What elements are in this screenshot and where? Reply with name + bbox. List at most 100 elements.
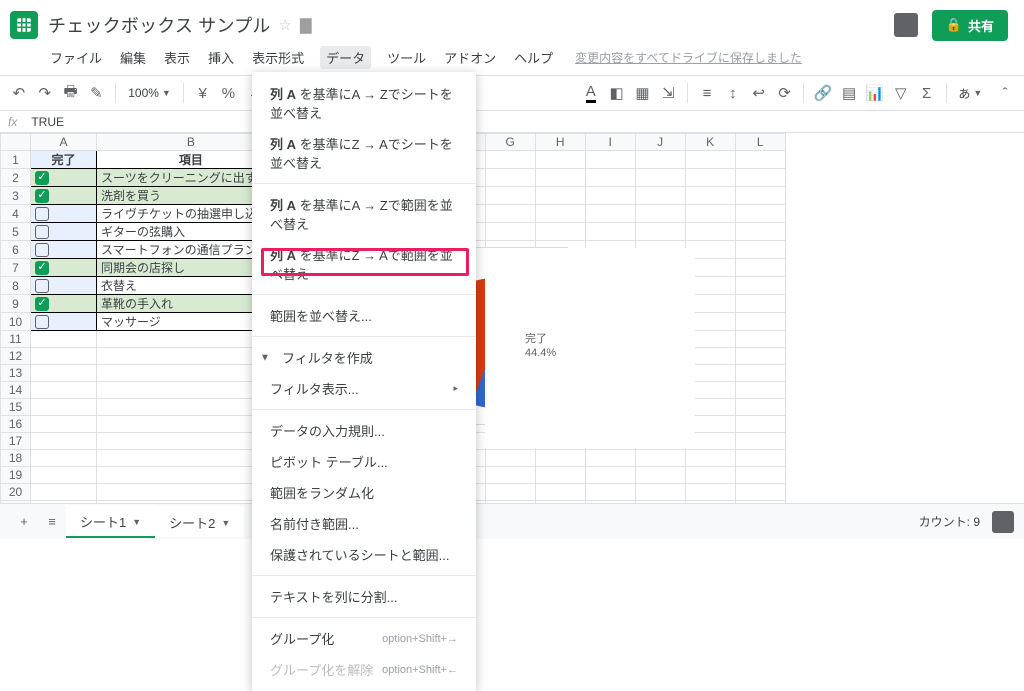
cell[interactable] — [31, 365, 97, 382]
menu-randomize-range[interactable]: 範囲をランダム化 — [252, 477, 476, 508]
cell[interactable] — [735, 348, 785, 365]
align-vertical-icon[interactable]: ↕ — [722, 80, 744, 106]
sheets-logo[interactable] — [10, 11, 38, 39]
cell[interactable] — [485, 467, 535, 484]
undo-icon[interactable]: ↶ — [8, 80, 30, 106]
print-icon[interactable]: 🖶 — [60, 80, 82, 106]
paint-format-icon[interactable]: ✎ — [86, 80, 108, 106]
checkbox-cell[interactable] — [31, 241, 97, 259]
sheet-tab-1[interactable]: シート1▼ — [66, 505, 155, 538]
col-header-H[interactable]: H — [535, 134, 585, 151]
input-method[interactable]: あ▼ — [954, 85, 986, 102]
row-header[interactable]: 10 — [1, 313, 31, 331]
col-header-L[interactable]: L — [735, 134, 785, 151]
share-button[interactable]: 🔒 共有 — [932, 10, 1008, 41]
row-header[interactable]: 16 — [1, 416, 31, 433]
col-header-G[interactable]: G — [485, 134, 535, 151]
cell[interactable] — [735, 450, 785, 467]
row-header[interactable]: 14 — [1, 382, 31, 399]
menu-addons[interactable]: アドオン — [442, 46, 498, 69]
menu-file[interactable]: ファイル — [48, 46, 104, 69]
borders-icon[interactable]: ▦ — [632, 80, 654, 106]
checkbox-cell[interactable] — [31, 313, 97, 331]
cell[interactable] — [31, 450, 97, 467]
star-icon[interactable]: ☆ — [279, 16, 292, 34]
cell[interactable] — [685, 484, 735, 501]
cell[interactable] — [635, 484, 685, 501]
toolbar-chevron-up-icon[interactable]: ˆ — [994, 80, 1016, 106]
cell[interactable] — [735, 433, 785, 450]
align-horizontal-icon[interactable]: ≡ — [696, 80, 718, 106]
menu-data[interactable]: データ — [320, 46, 371, 69]
cell[interactable] — [31, 416, 97, 433]
menu-named-ranges[interactable]: 名前付き範囲... — [252, 508, 476, 539]
row-header[interactable]: 3 — [1, 187, 31, 205]
checkbox-cell[interactable] — [31, 277, 97, 295]
cell[interactable] — [685, 450, 735, 467]
zoom-select[interactable]: 100%▼ — [124, 86, 175, 100]
row-header[interactable]: 2 — [1, 169, 31, 187]
filter-icon[interactable]: ▽ — [890, 80, 912, 106]
insert-link-icon[interactable]: 🔗 — [812, 80, 834, 106]
menu-format[interactable]: 表示形式 — [250, 46, 306, 69]
menu-sort-range-az[interactable]: 列 A を基準にA → Zで範囲を並べ替え — [252, 189, 476, 239]
row-header[interactable]: 20 — [1, 484, 31, 501]
row-header[interactable]: 19 — [1, 467, 31, 484]
checkbox-cell[interactable]: ✓ — [31, 187, 97, 205]
format-currency-icon[interactable]: ¥ — [192, 80, 214, 106]
menu-pivot-table[interactable]: ピボット テーブル... — [252, 446, 476, 477]
cell[interactable] — [31, 331, 97, 348]
checkbox-cell[interactable]: ✓ — [31, 169, 97, 187]
menu-protected-sheets[interactable]: 保護されているシートと範囲... — [252, 539, 476, 570]
cell[interactable] — [31, 433, 97, 450]
row-header[interactable]: 6 — [1, 241, 31, 259]
sheet-tab-2[interactable]: シート2▼ — [155, 506, 244, 537]
fill-color-icon[interactable]: ◧ — [606, 80, 628, 106]
text-rotation-icon[interactable]: ⟳ — [774, 80, 796, 106]
cell[interactable] — [485, 450, 535, 467]
row-header[interactable]: 11 — [1, 331, 31, 348]
comments-icon[interactable] — [894, 13, 918, 37]
menu-filter-views[interactable]: フィルタ表示...▸ — [252, 373, 476, 404]
menu-create-filter[interactable]: フィルタを作成 — [252, 342, 476, 373]
row-header[interactable]: 18 — [1, 450, 31, 467]
menu-group[interactable]: グループ化option+Shift+→ — [252, 623, 476, 654]
document-title[interactable]: チェックボックス サンプル — [48, 12, 271, 38]
menu-sort-range-za[interactable]: 列 A を基準にZ → Aで範囲を並べ替え — [252, 239, 476, 289]
cell[interactable] — [735, 365, 785, 382]
checkbox-cell[interactable] — [31, 223, 97, 241]
menu-split-text[interactable]: テキストを列に分割... — [252, 581, 476, 612]
menu-insert[interactable]: 挿入 — [206, 46, 236, 69]
checkbox-cell[interactable]: ✓ — [31, 259, 97, 277]
menu-tools[interactable]: ツール — [385, 46, 428, 69]
menu-edit[interactable]: 編集 — [118, 46, 148, 69]
checkbox-cell[interactable]: ✓ — [31, 295, 97, 313]
insert-comment-icon[interactable]: ▤ — [838, 80, 860, 106]
row-header[interactable]: 5 — [1, 223, 31, 241]
format-percent-icon[interactable]: % — [218, 80, 240, 106]
redo-icon[interactable]: ↷ — [34, 80, 56, 106]
menu-sort-sheet-za[interactable]: 列 A を基準にZ → Aでシートを並べ替え — [252, 128, 476, 178]
cell[interactable] — [585, 450, 635, 467]
cell[interactable] — [535, 450, 585, 467]
functions-icon[interactable]: Σ — [916, 80, 938, 106]
explore-icon[interactable] — [992, 511, 1014, 533]
row-header[interactable]: 13 — [1, 365, 31, 382]
formula-value[interactable]: TRUE — [31, 115, 64, 129]
col-header-I[interactable]: I — [585, 134, 635, 151]
select-all-corner[interactable] — [1, 134, 31, 151]
cell[interactable] — [735, 382, 785, 399]
row-header[interactable]: 4 — [1, 205, 31, 223]
row-header[interactable]: 1 — [1, 151, 31, 169]
cell[interactable] — [735, 331, 785, 348]
row-header[interactable]: 8 — [1, 277, 31, 295]
cell[interactable] — [735, 399, 785, 416]
col-header-K[interactable]: K — [685, 134, 735, 151]
cell[interactable] — [485, 484, 535, 501]
cell[interactable] — [635, 450, 685, 467]
menu-data-validation[interactable]: データの入力規則... — [252, 415, 476, 446]
cell[interactable] — [685, 467, 735, 484]
cell[interactable] — [31, 467, 97, 484]
cell[interactable] — [735, 467, 785, 484]
cell[interactable] — [535, 467, 585, 484]
